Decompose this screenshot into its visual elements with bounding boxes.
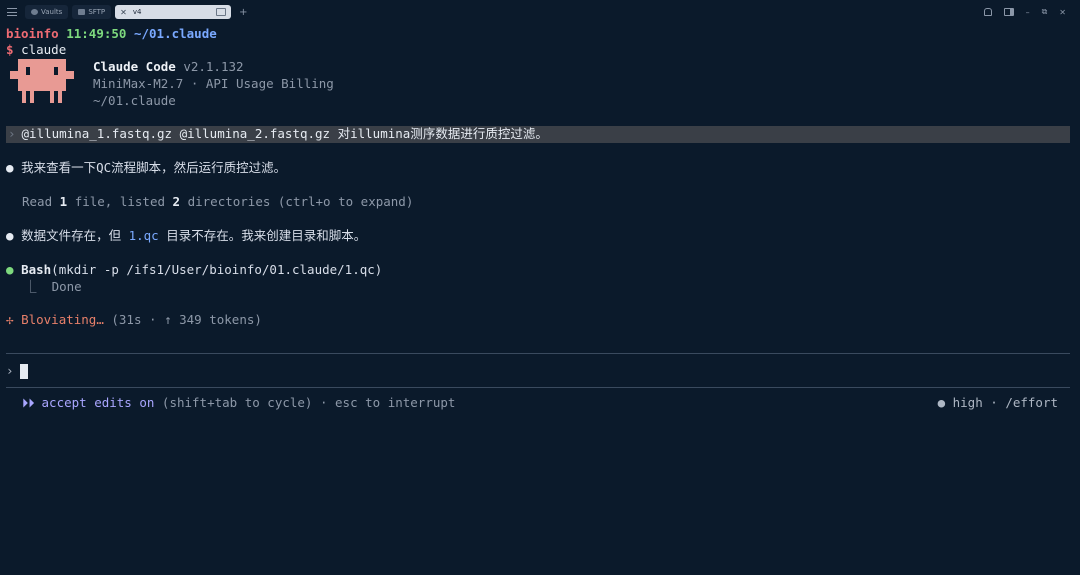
shell-command-line: $ claude (6, 42, 66, 59)
effort-label: high · /effort (945, 395, 1058, 410)
spinner-detail: (31s · ↑ 349 tokens) (103, 312, 262, 327)
shell-prompt: bioinfo 11:49:50 ~/01.claude (6, 26, 217, 43)
spinner-label: Bloviating… (21, 312, 104, 327)
read-mid: file, listed (67, 194, 173, 209)
assistant-message: ● 我来查看一下QC流程脚本，然后运行质控过滤。 (6, 160, 286, 177)
tab-bar: Vaults SFTP ✕ v4 + – ⧉ ✕ (0, 0, 1080, 24)
read-dir-count: 2 (172, 194, 181, 209)
sidebar-toggle-icon[interactable] (1003, 8, 1014, 16)
bullet-icon: ● (6, 262, 14, 277)
bullet-icon: ● (6, 160, 14, 175)
effort-indicator[interactable]: ● high · /effort (938, 395, 1058, 412)
folder-icon (78, 9, 86, 15)
prompt-user: bioinfo (6, 26, 59, 41)
tool-name: Bash (21, 262, 52, 277)
tool-result-text: Done (51, 279, 82, 294)
tab-sftp[interactable]: SFTP (72, 5, 112, 19)
tab-label: Vaults (41, 8, 63, 16)
shell-command: claude (21, 42, 67, 57)
spinner-icon: ✢ (6, 312, 14, 327)
chevron-right-icon: › (6, 362, 14, 378)
mode-label[interactable]: accept edits on (42, 395, 155, 412)
bash-tool-call: ● Bash(mkdir -p /ifs1/User/bioinfo/01.cl… (6, 262, 382, 279)
assistant-text-post: 目录不存在。我来创建目录和脚本。 (158, 228, 367, 243)
user-message: › @illumina_1.fastq.gz @illumina_2.fastq.… (6, 126, 1070, 143)
prompt-dollar: $ (6, 42, 14, 57)
app-version: v2.1.132 (183, 59, 244, 74)
input-bottom-divider (6, 387, 1070, 388)
read-summary[interactable]: Read 1 file, listed 2 directories (ctrl+… (22, 194, 413, 211)
minimize-icon[interactable]: – (1026, 8, 1030, 17)
banner-cwd: ~/01.claude (93, 92, 176, 108)
banner-title: Claude Code v2.1.132 (93, 59, 334, 76)
tree-branch-icon: ⎿ (24, 279, 37, 294)
tab-label: v4 (132, 8, 142, 16)
menu-icon[interactable] (7, 8, 17, 16)
read-pre: Read (22, 194, 60, 209)
split-pane-icon[interactable] (216, 8, 227, 16)
mode-icon: ⏵⏵ (22, 395, 35, 410)
bell-icon[interactable] (983, 8, 992, 16)
globe-icon (31, 9, 38, 15)
prompt-path: ~/01.claude (133, 26, 217, 41)
assistant-text-pre: 数据文件存在，但 (21, 228, 129, 243)
read-post: directories (ctrl+o to expand) (180, 194, 414, 209)
prompt-time: 11:49:50 (66, 26, 127, 41)
inline-code: 1.qc (128, 228, 159, 243)
mode-hint: (shift+tab to cycle) · esc to interrupt (154, 395, 456, 410)
model-info: MiniMax-M2.7 · API Usage Billing (93, 75, 334, 91)
claude-mascot-icon (10, 59, 74, 103)
claude-banner: Claude Code v2.1.132 MiniMax-M2.7 · API … (93, 59, 334, 109)
effort-dot-icon: ● (937, 395, 946, 410)
tab-vaults[interactable]: Vaults (25, 5, 69, 19)
close-icon[interactable]: ✕ (120, 8, 127, 17)
close-window-icon[interactable]: ✕ (1059, 8, 1066, 17)
new-tab-button[interactable]: + (239, 7, 247, 18)
user-message-text: @illumina_1.fastq.gz @illumina_2.fastq.g… (21, 126, 548, 141)
tab-v4[interactable]: ✕ v4 (115, 5, 232, 19)
bullet-icon: ● (6, 228, 14, 243)
tool-args: (mkdir -p /ifs1/User/bioinfo/01.claude/1… (51, 262, 383, 277)
input-top-divider (6, 353, 1070, 354)
chevron-right-icon: › (8, 126, 16, 141)
status-spinner: ✢ Bloviating… (31s · ↑ 349 tokens) (6, 312, 262, 329)
footer-status: ⏵⏵ accept edits on (shift+tab to cycle) ·… (22, 395, 1058, 412)
app-name: Claude Code (93, 59, 176, 74)
prompt-input[interactable]: › (6, 361, 1070, 381)
text-cursor (19, 363, 28, 379)
restore-icon[interactable]: ⧉ (1042, 7, 1048, 17)
assistant-text: 我来查看一下QC流程脚本，然后运行质控过滤。 (21, 160, 287, 175)
assistant-message: ● 数据文件存在，但 1.qc 目录不存在。我来创建目录和脚本。 (6, 228, 366, 245)
tool-result: ⎿ Done (24, 279, 82, 296)
window-controls: – ⧉ ✕ (983, 7, 1066, 17)
tab-label: SFTP (88, 8, 106, 16)
